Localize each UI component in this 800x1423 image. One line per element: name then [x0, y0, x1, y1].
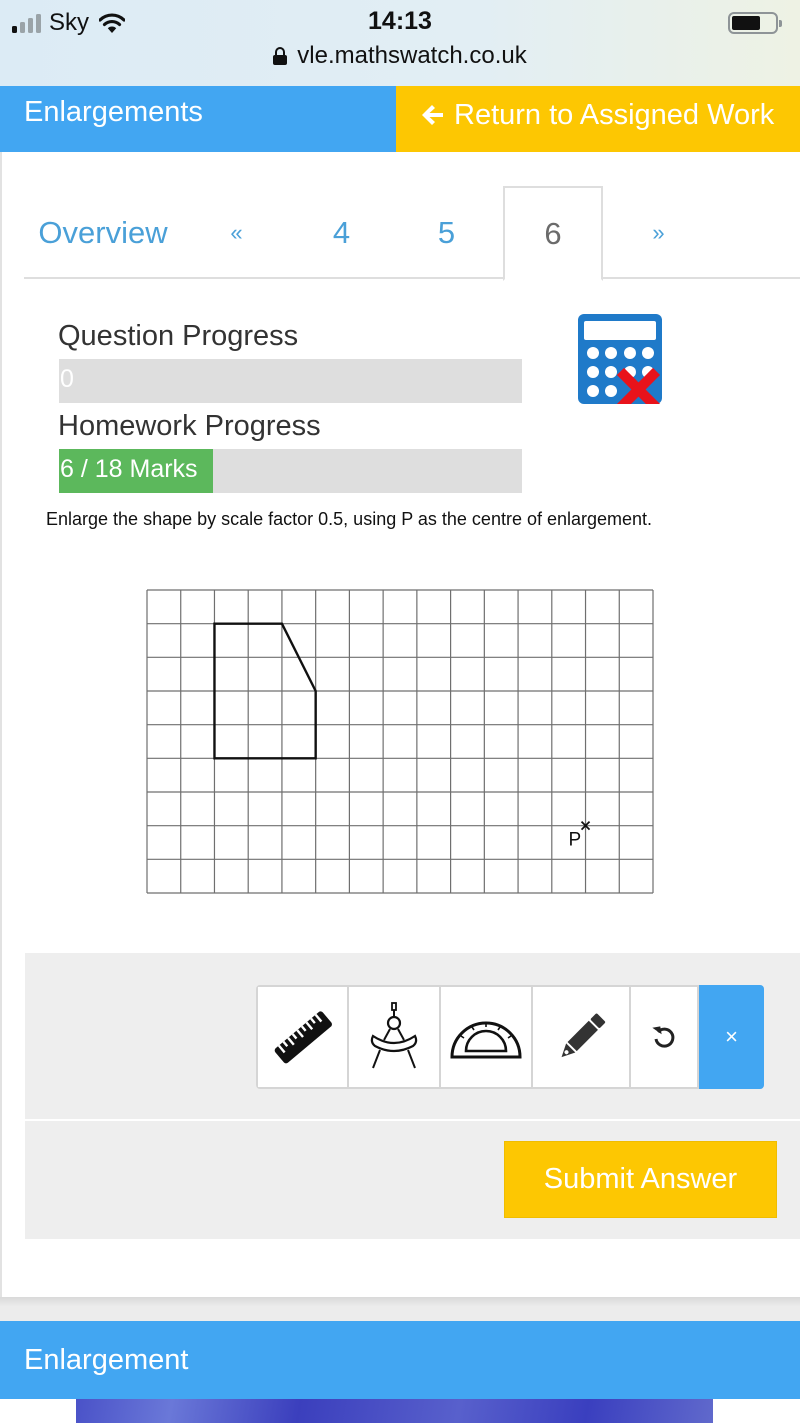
tab-previous[interactable]: «	[214, 186, 259, 279]
submit-area: Submit Answer	[25, 1121, 800, 1239]
url-bar[interactable]: vle.mathswatch.co.uk	[0, 42, 800, 70]
tab-next[interactable]: »	[636, 186, 681, 279]
tab-question-6[interactable]: 6	[503, 186, 603, 281]
compass-icon	[370, 1002, 418, 1069]
close-icon: ×	[725, 1024, 738, 1049]
arrow-left-icon	[422, 105, 443, 125]
tool-buttons: ×	[256, 985, 764, 1089]
pencil-button[interactable]	[533, 987, 631, 1087]
question-tabs: Overview « 4 5 6 »	[24, 186, 800, 281]
homework-progress-label: Homework Progress	[58, 410, 321, 442]
lock-icon	[273, 47, 288, 65]
question-text: Enlarge the shape by scale factor 0.5, u…	[46, 509, 653, 529]
centre-label: P	[569, 830, 582, 851]
tab-question-4[interactable]: 4	[319, 186, 364, 279]
tab-question-5[interactable]: 5	[424, 186, 469, 279]
protractor-icon	[450, 1021, 522, 1059]
question-panel: Overview « 4 5 6 » Question Progress 0 H…	[0, 152, 800, 1297]
calculator-not-allowed-icon	[578, 314, 662, 404]
question-progress-bar: 0	[59, 359, 522, 403]
next-section-header[interactable]: Enlargement	[0, 1321, 800, 1399]
video-thumbnail[interactable]	[76, 1399, 713, 1423]
calculator-icon	[578, 314, 662, 404]
drawing-grid[interactable]: P	[146, 589, 654, 894]
ruler-icon	[274, 1011, 332, 1064]
question-progress-text: 0	[60, 365, 74, 393]
top-bar: Enlargements Return to Assigned Work	[0, 86, 800, 152]
url-text: vle.mathswatch.co.uk	[297, 42, 527, 69]
protractor-button[interactable]	[441, 987, 533, 1087]
return-to-assigned-work-button[interactable]: Return to Assigned Work	[396, 86, 800, 152]
status-bar: Sky 14:13 vle.mathswatch.co.uk	[0, 0, 800, 86]
ruler-button[interactable]	[258, 987, 349, 1087]
homework-progress-text: 6 / 18 Marks	[60, 455, 198, 483]
homework-progress-bar: 6 / 18 Marks	[59, 449, 522, 493]
compass-button[interactable]	[349, 987, 441, 1087]
tab-overview[interactable]: Overview	[38, 186, 168, 279]
drawing-toolbox: ×	[25, 953, 800, 1119]
undo-icon	[652, 1026, 675, 1048]
pencil-icon	[561, 1013, 606, 1058]
undo-button[interactable]	[631, 987, 699, 1087]
clock: 14:13	[368, 7, 432, 35]
section-divider	[0, 1297, 800, 1321]
close-tools-button[interactable]: ×	[699, 985, 764, 1089]
return-label: Return to Assigned Work	[454, 99, 775, 131]
submit-answer-button[interactable]: Submit Answer	[504, 1141, 777, 1218]
page-title: Enlargements	[0, 86, 396, 152]
battery-icon	[728, 12, 782, 34]
grid-canvas[interactable]: P	[146, 589, 654, 894]
question-progress-label: Question Progress	[58, 320, 299, 352]
